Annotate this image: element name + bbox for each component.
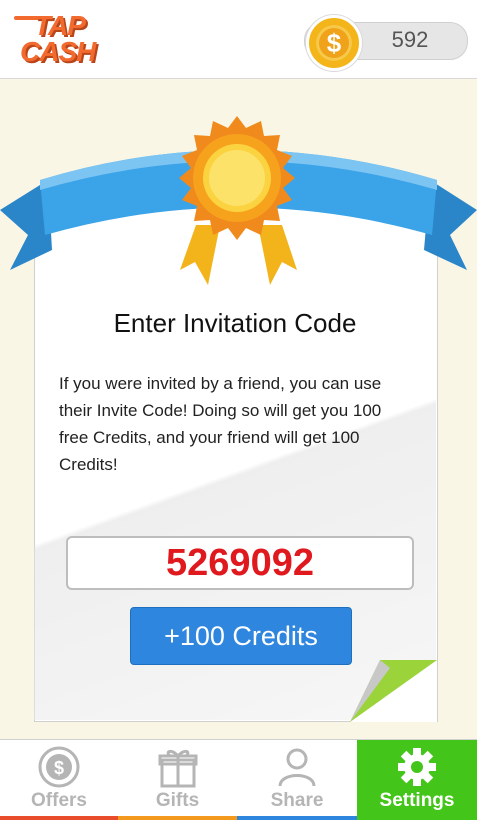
tab-gifts[interactable]: Gifts: [118, 740, 237, 820]
dollar-coin-icon: $: [38, 746, 80, 788]
page-curl-icon: [350, 660, 437, 722]
tab-offers-label: Offers: [31, 790, 87, 811]
gear-icon: [398, 748, 436, 786]
tab-gifts-label: Gifts: [155, 790, 200, 811]
bottom-nav: $ Offers Gifts Share Settings: [0, 739, 477, 820]
tab-settings[interactable]: Settings: [357, 740, 477, 820]
tab-share[interactable]: Share: [237, 740, 357, 820]
svg-text:$: $: [54, 758, 64, 778]
tab-offers-stripe: [0, 816, 118, 820]
award-ribbon-icon: [0, 116, 477, 285]
tapcash-logo: TAP CASH: [12, 8, 107, 72]
claim-credits-button[interactable]: +100 Credits: [130, 607, 352, 665]
invite-description: If you were invited by a friend, you can…: [59, 374, 382, 474]
invite-title: Enter Invitation Code: [113, 308, 357, 338]
tab-offers[interactable]: $ Offers: [0, 740, 118, 820]
tab-settings-label: Settings: [379, 790, 455, 811]
invite-code-input[interactable]: 5269092: [66, 536, 414, 590]
tab-share-label: Share: [270, 790, 324, 811]
gift-icon: [158, 749, 197, 788]
top-bar: TAP CASH $ 592: [0, 0, 477, 79]
coin-icon: $: [306, 15, 362, 71]
logo-text-cash: CASH: [20, 36, 96, 67]
tab-share-stripe: [237, 816, 357, 820]
coin-dollar-symbol: $: [316, 25, 352, 61]
person-icon: [278, 748, 316, 787]
tab-gifts-stripe: [118, 816, 237, 820]
coin-balance: 592: [391, 27, 429, 52]
